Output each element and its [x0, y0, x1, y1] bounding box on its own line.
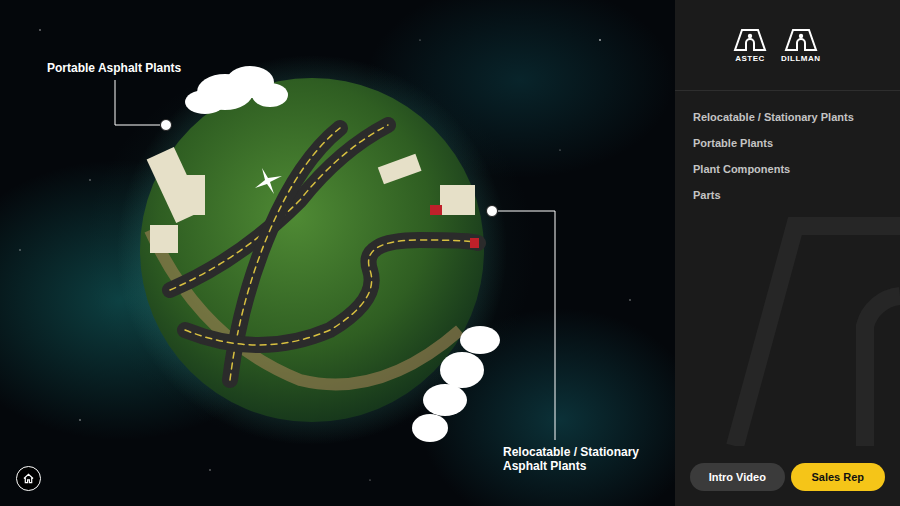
sidebar-divider [675, 90, 900, 91]
sidebar-menu: Relocatable / Stationary PlantsPortable … [675, 91, 900, 208]
sidebar: ASTEC DILLMAN Relocatable / Stationary Pla… [675, 0, 900, 506]
planet-illustration[interactable] [0, 0, 675, 506]
brand-name: DILLMAN [781, 53, 821, 65]
callout-label[interactable]: Relocatable / Stationary Asphalt Plants [503, 445, 663, 474]
logo-icon [784, 28, 818, 52]
home-button[interactable] [16, 466, 41, 491]
brand-logos: ASTEC DILLMAN [675, 0, 900, 65]
planet-stage: Portable Asphalt Plants Relocatable / Sta… [0, 0, 675, 506]
brand-name: ASTEC [735, 53, 765, 65]
menu-item[interactable]: Relocatable / Stationary Plants [693, 104, 900, 130]
home-icon [23, 473, 34, 484]
watermark-icon [675, 206, 900, 446]
intro-video-button[interactable]: Intro Video [690, 463, 785, 491]
app-window: Portable Asphalt Plants Relocatable / Sta… [0, 0, 900, 506]
brand-logo: ASTEC [733, 28, 767, 65]
logo-icon [733, 28, 767, 52]
sidebar-actions: Intro VideoSales Rep [675, 463, 900, 491]
brand-logo: DILLMAN [781, 28, 821, 65]
callout-label[interactable]: Portable Asphalt Plants [47, 61, 181, 75]
menu-item[interactable]: Portable Plants [693, 130, 900, 156]
sales-rep-button[interactable]: Sales Rep [791, 463, 886, 491]
menu-item[interactable]: Plant Components [693, 156, 900, 182]
menu-item[interactable]: Parts [693, 182, 900, 208]
